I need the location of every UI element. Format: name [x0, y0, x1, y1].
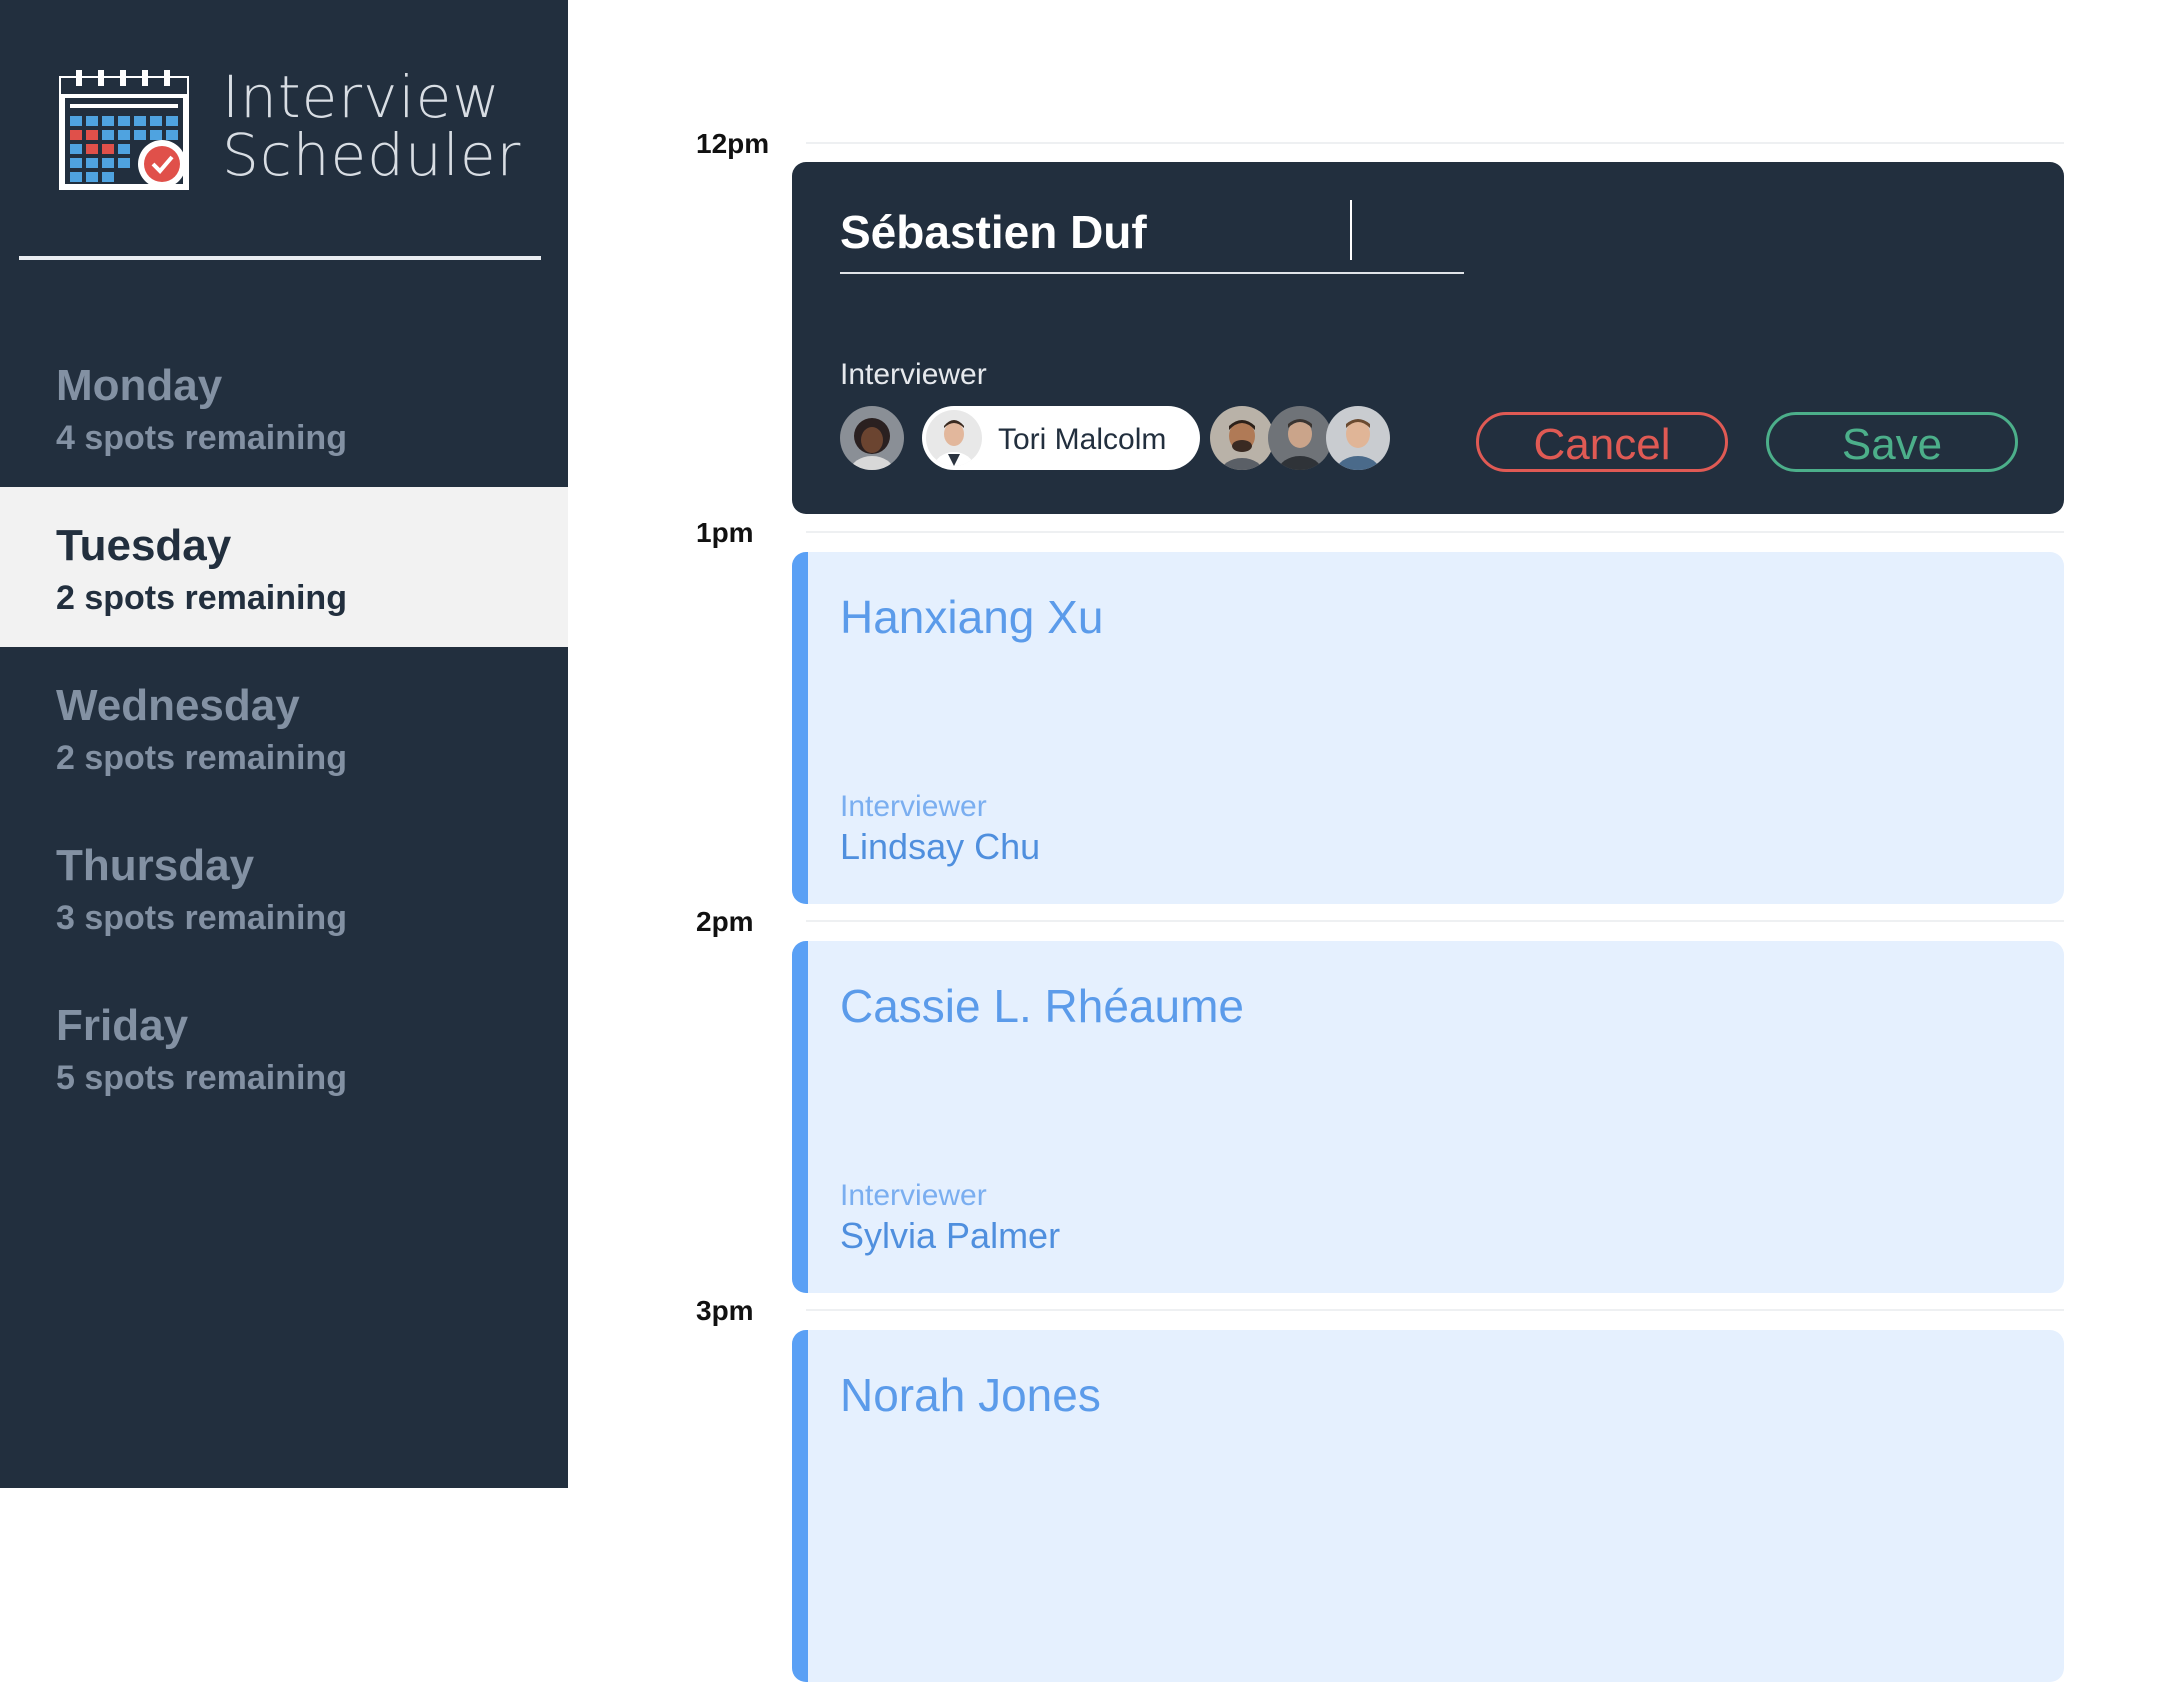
text-cursor: [1350, 200, 1352, 260]
selected-interviewer[interactable]: Tori Malcolm: [922, 406, 1200, 470]
day-spots: 3 spots remaining: [56, 899, 347, 937]
day-name: Thursday: [56, 841, 255, 890]
day-name: Wednesday: [56, 681, 300, 730]
day-name: Tuesday: [56, 521, 232, 570]
day-spots: 4 spots remaining: [56, 419, 347, 457]
day-spots: 5 spots remaining: [56, 1059, 347, 1097]
selected-interviewer-name: Tori Malcolm: [998, 423, 1167, 456]
interviewer-name: Lindsay Chu: [840, 826, 1041, 867]
time-label: 1pm: [696, 517, 754, 548]
appointment-card[interactable]: Hanxiang Xu Interviewer Lindsay Chu: [792, 552, 2064, 904]
interviewer-label: Interviewer: [840, 1179, 987, 1212]
appointment-card[interactable]: Norah Jones: [792, 1330, 2064, 1682]
time-divider: [806, 920, 2064, 922]
sidebar-divider: [19, 256, 541, 260]
time-divider: [806, 142, 2064, 144]
interviewer-name: Sylvia Palmer: [840, 1215, 1061, 1256]
student-name: Hanxiang Xu: [840, 591, 1104, 643]
appointment-edit-form: Interviewer Tori Malcolm: [792, 162, 2064, 514]
time-divider: [806, 1309, 2064, 1311]
student-name: Norah Jones: [840, 1369, 1101, 1421]
interviewer-label: Interviewer: [840, 358, 987, 391]
appointment-accent: [792, 941, 808, 1293]
sidebar-item-wednesday[interactable]: Wednesday 2 spots remaining: [0, 647, 568, 807]
calendar-icon: [58, 68, 192, 192]
day-spots: 2 spots remaining: [56, 579, 347, 617]
sidebar-item-tuesday[interactable]: Tuesday 2 spots remaining: [0, 487, 568, 647]
day-name: Friday: [56, 1001, 189, 1050]
app-title: Interview Scheduler: [222, 63, 522, 189]
student-name: Cassie L. Rhéaume: [840, 980, 1244, 1032]
sidebar-item-friday[interactable]: Friday 5 spots remaining: [0, 967, 568, 1127]
interviewer-avatar[interactable]: [1210, 406, 1274, 470]
interviewer-label: Interviewer: [840, 790, 987, 823]
time-label: 12pm: [696, 128, 770, 159]
day-name: Monday: [56, 361, 223, 410]
appointment-card[interactable]: Cassie L. Rhéaume Interviewer Sylvia Pal…: [792, 941, 2064, 1293]
schedule: 12pm 1pm 2pm 3pm Interviewer: [568, 0, 2182, 1682]
appointment-accent: [792, 1330, 808, 1682]
interviewer-avatar: [926, 410, 982, 466]
time-label: 2pm: [696, 906, 754, 937]
interviewer-avatar[interactable]: [1268, 406, 1332, 470]
save-button[interactable]: Save: [1766, 412, 2018, 472]
interviewer-avatar[interactable]: [1326, 406, 1390, 470]
sidebar-item-monday[interactable]: Monday 4 spots remaining: [0, 327, 568, 487]
day-spots: 2 spots remaining: [56, 739, 347, 777]
cancel-button[interactable]: Cancel: [1476, 412, 1728, 472]
interviewer-avatar[interactable]: [840, 406, 904, 470]
time-label: 3pm: [696, 1295, 754, 1326]
sidebar: Interview Scheduler Monday 4 spots remai…: [0, 0, 568, 1488]
time-divider: [806, 531, 2064, 533]
student-name-input[interactable]: [840, 202, 1464, 274]
sidebar-item-thursday[interactable]: Thursday 3 spots remaining: [0, 807, 568, 967]
appointment-accent: [792, 552, 808, 904]
